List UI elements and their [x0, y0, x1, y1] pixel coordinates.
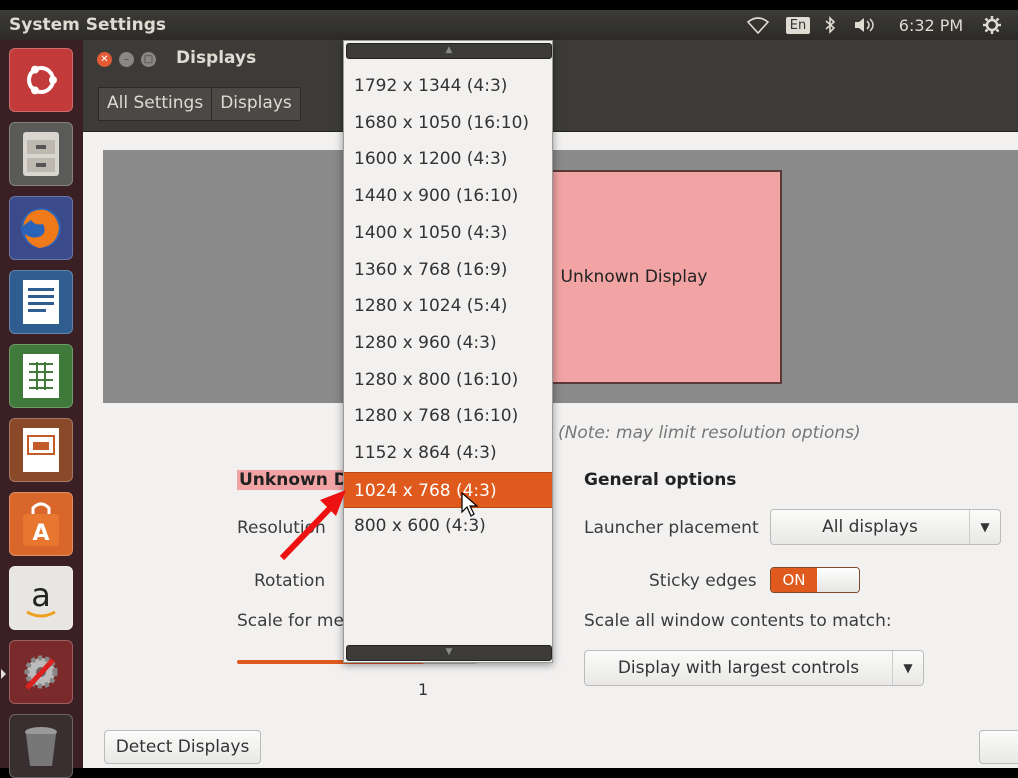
shopping-bag-icon: A: [23, 502, 59, 546]
detect-displays-button[interactable]: Detect Displays: [104, 730, 261, 764]
apply-button[interactable]: [979, 730, 1018, 764]
scale-value: 1: [418, 680, 429, 699]
launcher-libreoffice-writer[interactable]: [9, 270, 73, 334]
scroll-down-arrow[interactable]: ▼: [346, 645, 552, 661]
launcher-firefox[interactable]: [9, 196, 73, 260]
breadcrumb-all-settings[interactable]: All Settings: [99, 88, 213, 120]
resolution-option[interactable]: 1792 x 1344 (4:3): [344, 68, 552, 104]
resolution-option[interactable]: 1680 x 1050 (16:10): [344, 105, 552, 141]
window-title: Displays: [176, 48, 257, 68]
chevron-down-icon: ▼: [969, 510, 1000, 544]
annotation-arrow-icon: [279, 490, 346, 561]
launcher-trash[interactable]: [9, 714, 73, 778]
app-title: System Settings: [9, 15, 166, 35]
launcher-placement-value: All displays: [822, 517, 918, 537]
minimize-icon[interactable]: –: [119, 52, 134, 67]
resolution-dropdown-menu: ▲ 1792 x 1344 (4:3) 1680 x 1050 (16:10) 16…: [343, 40, 553, 663]
toggle-knob: [817, 568, 859, 592]
keyboard-layout-label: En: [785, 16, 811, 34]
settings-wrench-gear-icon: [24, 655, 58, 690]
resolution-option[interactable]: 1280 x 1024 (5:4): [344, 288, 552, 324]
scale-all-value: Display with largest controls: [617, 658, 860, 678]
close-icon[interactable]: ✕: [97, 52, 112, 67]
sticky-edges-state: ON: [771, 568, 817, 592]
rotation-label: Rotation: [254, 571, 326, 591]
general-options-heading: General options: [584, 470, 737, 490]
breadcrumb: All Settings Displays: [98, 87, 301, 121]
display-arrangement-area: Unknown Display: [103, 150, 1018, 403]
file-cabinet-icon: [23, 132, 59, 176]
svg-text:a: a: [31, 576, 51, 614]
launcher-files[interactable]: [9, 122, 73, 186]
scale-label: Scale for me: [237, 611, 344, 631]
monitor-name: Unknown Display: [560, 267, 708, 287]
launcher-ubuntu-dash[interactable]: [9, 48, 73, 112]
amazon-icon: a: [26, 576, 56, 618]
mouse-pointer-icon: [461, 492, 479, 517]
resolution-option[interactable]: 1440 x 900 (16:10): [344, 178, 552, 214]
trash-icon: [25, 727, 57, 766]
top-panel: System Settings En 6:32 PM: [0, 10, 1018, 40]
launcher-placement-dropdown[interactable]: All displays ▼: [770, 509, 1001, 545]
svg-text:A: A: [32, 521, 49, 546]
maximize-icon[interactable]: □: [141, 52, 156, 67]
sticky-edges-toggle[interactable]: ON: [770, 567, 860, 593]
resolution-option[interactable]: 1280 x 800 (16:10): [344, 362, 552, 398]
wifi-icon[interactable]: [745, 14, 771, 36]
resolution-option[interactable]: 1152 x 864 (4:3): [344, 435, 552, 471]
writer-document-icon: [23, 280, 59, 324]
resolution-option[interactable]: 1280 x 768 (16:10): [344, 398, 552, 434]
launcher-amazon[interactable]: a: [9, 566, 73, 630]
firefox-icon: [21, 208, 61, 248]
calc-spreadsheet-icon: [23, 354, 59, 398]
system-gear-icon[interactable]: [980, 14, 1004, 36]
launcher-libreoffice-impress[interactable]: [9, 418, 73, 482]
launcher-ubuntu-software-center[interactable]: A: [9, 492, 73, 556]
launcher-libreoffice-calc[interactable]: [9, 344, 73, 408]
resolution-option[interactable]: 1400 x 1050 (4:3): [344, 215, 552, 251]
sticky-edges-label: Sticky edges: [649, 571, 757, 591]
launcher-system-settings[interactable]: [9, 640, 73, 704]
breadcrumb-displays[interactable]: Displays: [212, 88, 300, 120]
volume-icon[interactable]: [851, 14, 881, 36]
launcher-placement-label: Launcher placement: [584, 518, 759, 538]
chevron-down-icon: ▼: [892, 651, 923, 685]
active-app-indicator: [1, 669, 6, 679]
scroll-up-arrow[interactable]: ▲: [346, 43, 552, 59]
resolution-option[interactable]: 1600 x 1200 (4:3): [344, 141, 552, 177]
clock[interactable]: 6:32 PM: [896, 14, 966, 36]
resolution-option[interactable]: 1360 x 768 (16:9): [344, 252, 552, 288]
scale-all-label: Scale all window contents to match:: [584, 611, 892, 631]
ubuntu-logo-icon: [27, 65, 57, 95]
bluetooth-icon[interactable]: [821, 14, 839, 36]
launcher: A a: [0, 40, 83, 778]
impress-presentation-icon: [23, 428, 59, 472]
resolution-note: (Note: may limit resolution options): [558, 423, 861, 443]
scale-all-dropdown[interactable]: Display with largest controls ▼: [584, 650, 924, 686]
resolution-option[interactable]: 800 x 600 (4:3): [344, 508, 552, 544]
resolution-option[interactable]: 1024 x 768 (4:3): [344, 471, 552, 508]
keyboard-layout-icon[interactable]: En: [785, 14, 811, 36]
resolution-option[interactable]: 1280 x 960 (4:3): [344, 325, 552, 361]
